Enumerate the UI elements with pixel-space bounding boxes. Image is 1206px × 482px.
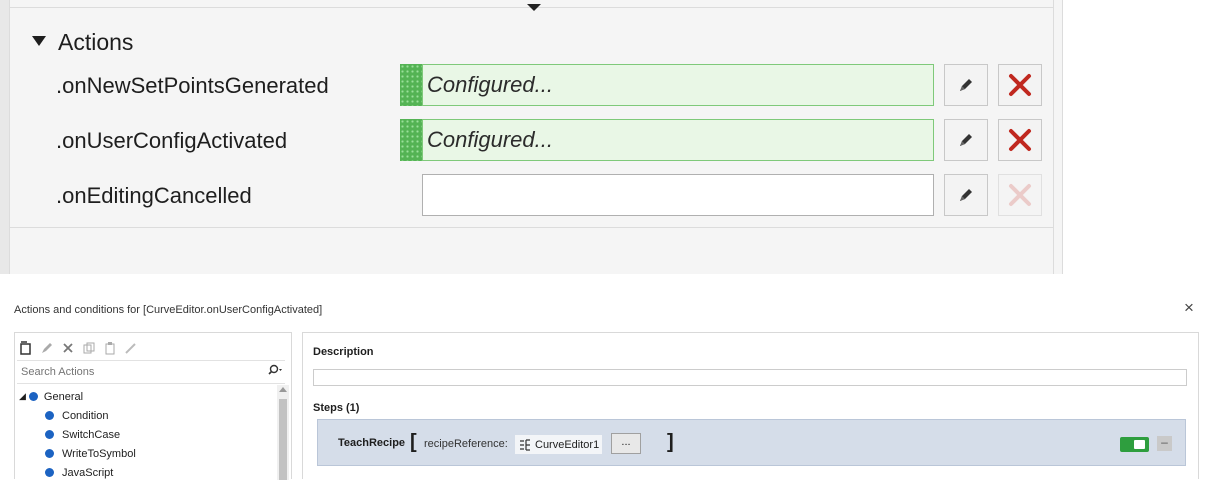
tree-item-switchcase[interactable]: SwitchCase	[19, 425, 136, 444]
wand-icon[interactable]	[124, 341, 138, 355]
delete-action-icon[interactable]	[61, 341, 75, 355]
panel-divider-right	[1053, 0, 1054, 274]
param-label: recipeReference:	[424, 438, 508, 450]
recipe-reference-value[interactable]: CurveEditor1	[515, 435, 603, 454]
dialog-title: Actions and conditions for [CurveEditor.…	[14, 304, 323, 316]
configured-indicator	[400, 64, 422, 106]
actions-conditions-dialog: Actions and conditions for [CurveEditor.…	[0, 292, 1206, 482]
collapse-triangle-icon[interactable]	[32, 36, 46, 46]
red-x-icon	[1009, 74, 1031, 96]
panel-divider-bottom	[9, 227, 1053, 228]
property-label-on-new-set-points-generated: .onNewSetPointsGenerated	[56, 73, 329, 98]
action-editor-pane: Description Steps (1) TeachRecipe [ reci…	[302, 332, 1199, 479]
tree-group-label: General	[43, 390, 84, 403]
edit-button[interactable]	[944, 64, 988, 106]
configured-indicator	[400, 119, 422, 161]
description-label: Description	[313, 346, 374, 358]
step-enabled-toggle[interactable]	[1120, 437, 1149, 452]
scroll-up-icon[interactable]	[279, 387, 287, 392]
property-value-field[interactable]: Configured...	[422, 64, 934, 106]
tree-item-label: SwitchCase	[62, 428, 121, 441]
delete-button[interactable]	[998, 64, 1042, 106]
search-row	[17, 360, 285, 384]
red-x-icon	[1009, 129, 1031, 151]
steps-label: Steps (1)	[313, 402, 360, 414]
tree-item-writetosymbol[interactable]: WriteToSymbol	[19, 444, 136, 463]
symbol-icon	[520, 438, 530, 451]
step-row[interactable]: TeachRecipe [ recipeReference: CurveEdit…	[317, 419, 1186, 466]
pencil-icon	[960, 189, 972, 201]
tree-scrollbar[interactable]	[277, 385, 289, 480]
tree-item-javascript[interactable]: JavaScript	[19, 463, 136, 482]
scroll-down-arrow-icon[interactable]	[527, 4, 541, 11]
panel-left-edge	[0, 0, 10, 274]
properties-panel: Actions .onNewSetPointsGenerated Configu…	[0, 0, 1063, 274]
description-input[interactable]	[313, 369, 1187, 386]
scrollbar-thumb[interactable]	[279, 399, 287, 480]
action-node-icon	[45, 468, 54, 477]
tree-item-label: WriteToSymbol	[62, 447, 136, 460]
edit-button[interactable]	[944, 119, 988, 161]
actions-library-pane: ◢ General Condition SwitchCase WriteToSy…	[14, 332, 292, 482]
expand-triangle-icon[interactable]: ◢	[19, 391, 26, 402]
toggle-knob	[1134, 440, 1145, 449]
delete-button	[998, 174, 1042, 216]
property-value-field[interactable]: Configured...	[422, 119, 934, 161]
tree-group-general[interactable]: ◢ General	[19, 387, 136, 406]
pencil-icon	[960, 134, 972, 146]
pencil-icon	[960, 79, 972, 91]
close-icon[interactable]: ×	[1184, 298, 1194, 318]
action-node-icon	[45, 430, 54, 439]
copy-icon[interactable]	[82, 341, 96, 355]
edit-button[interactable]	[944, 174, 988, 216]
open-bracket: [	[410, 431, 417, 453]
step-action-name: TeachRecipe	[338, 437, 406, 449]
group-icon	[28, 392, 38, 401]
delete-button[interactable]	[998, 119, 1042, 161]
collapse-step-button[interactable]: –	[1157, 436, 1172, 451]
search-input[interactable]	[17, 365, 253, 379]
browse-button[interactable]: ...	[611, 433, 641, 454]
close-bracket: ]	[667, 431, 674, 453]
section-title-actions[interactable]: Actions	[58, 28, 133, 56]
new-action-icon[interactable]	[19, 341, 33, 355]
search-icon[interactable]	[267, 363, 283, 381]
edit-action-icon[interactable]	[40, 341, 54, 355]
paste-icon[interactable]	[103, 341, 117, 355]
property-value-field[interactable]	[422, 174, 934, 216]
tree-item-label: JavaScript	[62, 466, 114, 479]
library-toolbar	[19, 337, 138, 359]
actions-tree: ◢ General Condition SwitchCase WriteToSy…	[19, 387, 136, 482]
tree-item-label: Condition	[62, 409, 109, 422]
action-node-icon	[45, 449, 54, 458]
red-x-icon	[1009, 184, 1031, 206]
action-node-icon	[45, 411, 54, 420]
recipe-reference-text: CurveEditor1	[535, 438, 600, 451]
property-label-on-user-config-activated: .onUserConfigActivated	[56, 128, 288, 153]
tree-item-condition[interactable]: Condition	[19, 406, 136, 425]
property-label-on-editing-cancelled: .onEditingCancelled	[56, 183, 252, 208]
